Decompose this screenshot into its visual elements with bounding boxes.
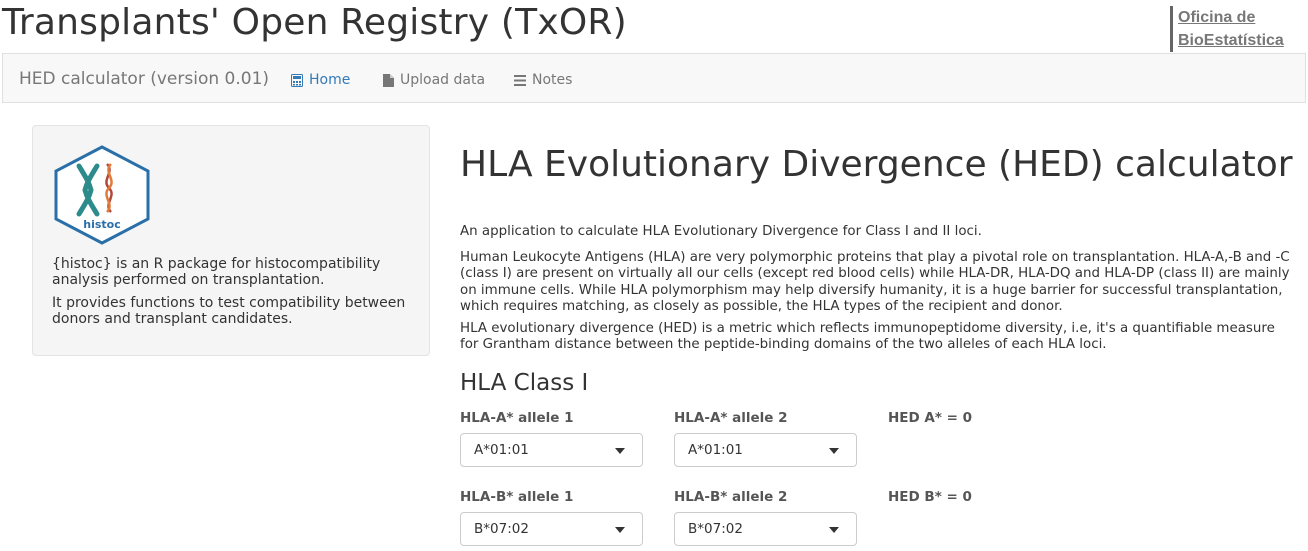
page-title: HLA Evolutionary Divergence (HED) calcul… bbox=[460, 144, 1293, 185]
histoc-logo: histoc bbox=[54, 145, 150, 245]
chevron-down-icon bbox=[829, 448, 839, 454]
navbar: HED calculator (version 0.01) Home Uploa… bbox=[2, 53, 1306, 103]
intro-paragraph: An application to calculate HLA Evolutio… bbox=[460, 224, 982, 239]
nav-home-label[interactable]: Home bbox=[309, 72, 350, 88]
label-hla-b-allele2: HLA-B* allele 2 bbox=[674, 489, 788, 505]
histoc-logo-text: histoc bbox=[83, 218, 121, 231]
hed-paragraph: HLA evolutionary divergence (HED) is a m… bbox=[460, 321, 1275, 353]
org-link-line2[interactable]: BioEstatística bbox=[1178, 29, 1284, 52]
nav-upload-label[interactable]: Upload data bbox=[400, 72, 485, 88]
navbar-brand[interactable]: HED calculator (version 0.01) bbox=[19, 69, 269, 89]
hla-paragraph: Human Leukocyte Antigens (HLA) are very … bbox=[460, 250, 1290, 314]
section-title-class1: HLA Class I bbox=[460, 370, 589, 396]
chevron-down-icon bbox=[615, 527, 625, 533]
calculator-icon bbox=[291, 73, 303, 87]
org-link-line1[interactable]: Oficina de bbox=[1178, 6, 1284, 29]
nav-upload-data[interactable]: Upload data bbox=[383, 72, 485, 88]
select-value: A*01:01 bbox=[688, 442, 743, 458]
sidebar-description: {histoc} is an R package for histocompat… bbox=[52, 256, 381, 288]
select-hla-b-allele1[interactable]: B*07:02 bbox=[460, 512, 643, 546]
label-hla-a-allele2: HLA-A* allele 2 bbox=[674, 410, 788, 426]
app-title: Transplants' Open Registry (TxOR) bbox=[2, 2, 627, 43]
file-icon bbox=[383, 73, 394, 87]
list-icon bbox=[514, 74, 526, 86]
sidebar-functions: It provides functions to test compatibil… bbox=[52, 295, 406, 327]
select-value: B*07:02 bbox=[474, 521, 529, 537]
chevron-down-icon bbox=[615, 448, 625, 454]
nav-notes[interactable]: Notes bbox=[514, 72, 572, 88]
nav-notes-label[interactable]: Notes bbox=[532, 72, 572, 88]
hed-b-result: HED B* = 0 bbox=[888, 489, 972, 505]
select-hla-a-allele2[interactable]: A*01:01 bbox=[674, 433, 857, 467]
sidebar-panel: histoc {histoc} is an R package for hist… bbox=[32, 125, 430, 356]
hed-a-result: HED A* = 0 bbox=[888, 410, 973, 426]
select-value: A*01:01 bbox=[474, 442, 529, 458]
label-hla-a-allele1: HLA-A* allele 1 bbox=[460, 410, 574, 426]
label-hla-b-allele1: HLA-B* allele 1 bbox=[460, 489, 574, 505]
select-hla-b-allele2[interactable]: B*07:02 bbox=[674, 512, 857, 546]
select-value: B*07:02 bbox=[688, 521, 743, 537]
select-hla-a-allele1[interactable]: A*01:01 bbox=[460, 433, 643, 467]
chevron-down-icon bbox=[829, 527, 839, 533]
nav-home[interactable]: Home bbox=[291, 72, 350, 88]
org-link[interactable]: Oficina de BioEstatística bbox=[1170, 6, 1284, 52]
